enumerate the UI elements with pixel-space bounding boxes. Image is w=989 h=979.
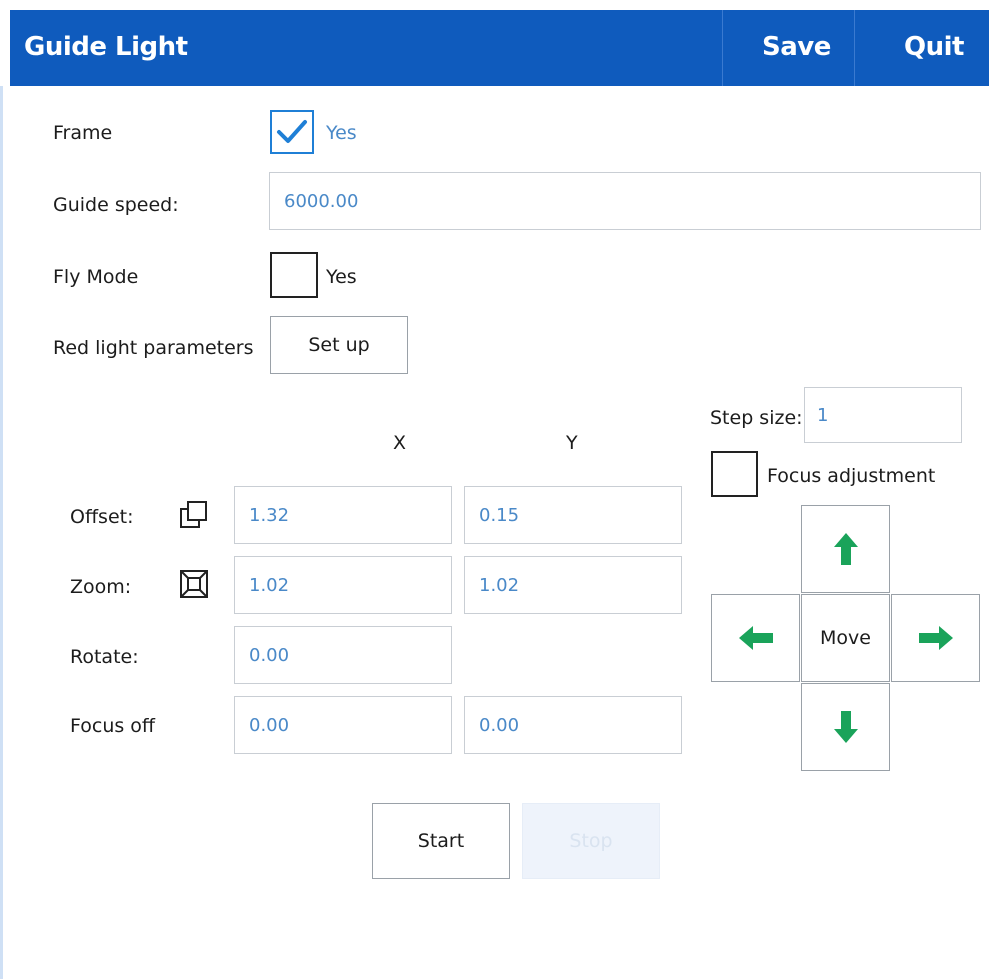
window-title: Guide Light [24,32,188,62]
offset-x-input[interactable]: 1.32 [234,486,452,544]
arrow-up-icon [833,533,858,565]
move-down-button[interactable] [801,683,890,771]
save-button[interactable]: Save [762,32,831,62]
fly-mode-label: Fly Mode [53,266,139,288]
offset-icon [179,500,209,530]
move-right-button[interactable] [891,594,980,682]
arrow-right-icon [918,626,953,650]
focus-off-y-input[interactable]: 0.00 [464,696,682,754]
fly-mode-option-label: Yes [326,266,357,288]
focus-off-label: Focus off [70,715,156,737]
quit-button[interactable]: Quit [904,32,964,62]
rotate-label: Rotate: [70,646,139,668]
zoom-y-input[interactable]: 1.02 [464,556,682,614]
guide-speed-label: Guide speed: [53,194,179,216]
focus-off-x-input[interactable]: 0.00 [234,696,452,754]
step-size-label: Step size: [710,407,803,429]
checkmark-icon [277,120,307,143]
title-bar-divider [722,10,723,86]
fly-mode-checkbox[interactable] [270,252,318,298]
rotate-input[interactable]: 0.00 [234,626,452,684]
column-header-y: Y [566,432,578,454]
red-light-label: Red light parameters [53,337,254,359]
zoom-label: Zoom: [70,576,132,598]
stop-button[interactable]: Stop [522,803,660,879]
zoom-x-input[interactable]: 1.02 [234,556,452,614]
arrow-left-icon [738,626,773,650]
frame-option-label: Yes [326,122,357,144]
frame-checkbox[interactable] [270,110,314,154]
zoom-icon [179,569,209,599]
title-bar-divider [854,10,855,86]
step-size-input[interactable]: 1 [804,387,962,443]
column-header-x: X [393,432,407,454]
title-bar: Guide Light Save Quit [10,10,989,86]
offset-y-input[interactable]: 0.15 [464,486,682,544]
guide-speed-input[interactable]: 6000.00 [269,172,981,230]
focus-adjustment-checkbox[interactable] [711,451,758,497]
move-up-button[interactable] [801,505,890,593]
offset-label: Offset: [70,506,134,528]
arrow-down-icon [833,711,858,743]
focus-adjustment-label: Focus adjustment [767,465,936,487]
window-left-edge [0,86,3,979]
move-left-button[interactable] [711,594,800,682]
start-button[interactable]: Start [372,803,510,879]
red-light-setup-button[interactable]: Set up [270,316,408,374]
move-label: Move [801,594,890,682]
frame-label: Frame [53,122,113,144]
